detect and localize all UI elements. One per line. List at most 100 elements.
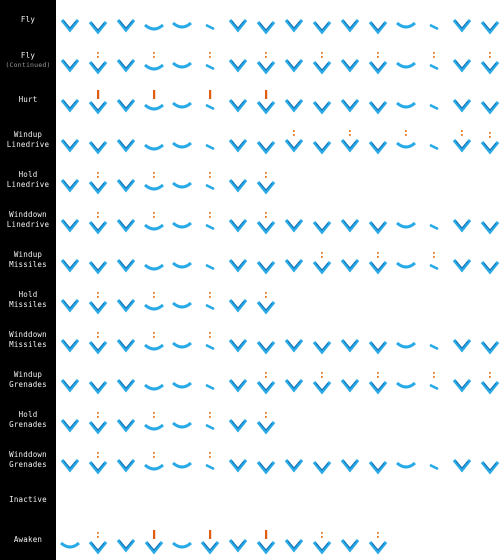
sprite-frame xyxy=(224,400,252,440)
sprite-frame xyxy=(392,80,420,120)
sprite-frame xyxy=(112,520,140,560)
sprite-frame xyxy=(196,160,224,200)
drone-sprite-icon xyxy=(429,372,439,391)
sprite-frame xyxy=(168,440,196,480)
sprite-frame xyxy=(112,400,140,440)
drone-sprite-icon xyxy=(144,23,164,31)
sprite-frame xyxy=(56,40,84,80)
frame-strip xyxy=(56,480,504,520)
sprite-frame xyxy=(280,360,308,400)
sprite-frame xyxy=(56,80,84,120)
sprite-frame xyxy=(448,40,476,80)
drone-sprite-icon xyxy=(60,419,80,433)
sprite-frame xyxy=(308,120,336,160)
sprite-frame xyxy=(392,40,420,80)
sprite-frame xyxy=(196,280,224,320)
row-label-line: Hurt xyxy=(18,95,38,104)
sprite-frame xyxy=(140,200,168,240)
sprite-frame xyxy=(336,360,364,400)
sprite-frame xyxy=(56,520,84,560)
sprite-frame xyxy=(112,240,140,280)
drone-sprite-icon xyxy=(116,19,136,33)
drone-sprite-icon xyxy=(228,139,248,153)
row-label: Hold Linedrive xyxy=(0,160,56,200)
drone-sprite-icon xyxy=(88,292,108,315)
sprite-frame xyxy=(392,120,420,160)
drone-sprite-icon xyxy=(88,141,108,155)
drone-sprite-icon xyxy=(228,19,248,33)
sprite-frame xyxy=(224,80,252,120)
drone-sprite-icon xyxy=(172,461,192,469)
sprite-frame xyxy=(140,0,168,40)
sprite-frame xyxy=(168,80,196,120)
sprite-frame xyxy=(84,120,112,160)
sprite-frame xyxy=(448,200,476,240)
drone-sprite-icon xyxy=(228,179,248,193)
drone-sprite-icon xyxy=(256,530,276,555)
drone-sprite-icon xyxy=(60,59,80,73)
drone-sprite-icon xyxy=(144,143,164,151)
sprite-frame xyxy=(84,200,112,240)
drone-sprite-icon xyxy=(396,461,416,469)
sprite-frame xyxy=(336,320,364,360)
sprite-frame xyxy=(252,280,280,320)
sprite-frame xyxy=(84,520,112,560)
drone-sprite-icon xyxy=(452,379,472,393)
row-label-line: Grenades xyxy=(9,460,47,469)
sprite-frame xyxy=(336,40,364,80)
sprite-frame xyxy=(448,360,476,400)
frame-strip xyxy=(56,320,504,360)
drone-sprite-icon xyxy=(452,19,472,33)
frame-strip xyxy=(56,200,504,240)
drone-sprite-icon xyxy=(228,339,248,353)
row-label: Hold Grenades xyxy=(0,400,56,440)
drone-sprite-icon xyxy=(429,143,439,151)
sprite-frame xyxy=(196,0,224,40)
sprite-frame xyxy=(84,360,112,400)
sprite-frame xyxy=(168,320,196,360)
row-label-line: Hold xyxy=(18,290,38,299)
sprite-frame xyxy=(364,240,392,280)
sprite-frame xyxy=(476,440,504,480)
sprite-frame xyxy=(140,120,168,160)
sprite-frame xyxy=(280,0,308,40)
row-label-line: Grenades xyxy=(9,420,47,429)
sprite-frame xyxy=(84,240,112,280)
drone-sprite-icon xyxy=(284,539,304,553)
sprite-frame xyxy=(140,80,168,120)
drone-sprite-icon xyxy=(284,379,304,393)
drone-sprite-icon xyxy=(396,381,416,389)
drone-sprite-icon xyxy=(396,21,416,29)
sprite-frame xyxy=(308,200,336,240)
drone-sprite-icon xyxy=(368,372,388,395)
drone-sprite-icon xyxy=(205,23,215,31)
drone-sprite-icon xyxy=(88,381,108,395)
sprite-frame xyxy=(448,120,476,160)
sprite-frame xyxy=(140,160,168,200)
frame-strip xyxy=(56,40,504,80)
sprite-frame xyxy=(56,120,84,160)
sprite-frame xyxy=(280,240,308,280)
drone-sprite-icon xyxy=(429,23,439,31)
drone-sprite-icon xyxy=(312,532,332,555)
drone-sprite-icon xyxy=(60,99,80,113)
sprite-frame xyxy=(448,240,476,280)
sprite-frame xyxy=(112,40,140,80)
row-label: Windup Grenades xyxy=(0,360,56,400)
drone-sprite-icon xyxy=(284,99,304,113)
drone-sprite-icon xyxy=(396,61,416,69)
sprite-frame xyxy=(112,160,140,200)
sprite-frame xyxy=(168,120,196,160)
row-label: Windup Missiles xyxy=(0,240,56,280)
drone-sprite-icon xyxy=(88,532,108,555)
drone-sprite-icon xyxy=(340,459,360,473)
sprite-frame xyxy=(476,120,504,160)
sprite-frame xyxy=(420,320,448,360)
drone-sprite-icon xyxy=(60,379,80,393)
drone-sprite-icon xyxy=(228,419,248,433)
sprite-frame xyxy=(476,80,504,120)
drone-sprite-icon xyxy=(340,19,360,33)
drone-sprite-icon xyxy=(205,143,215,151)
sprite-frame xyxy=(224,120,252,160)
sprite-frame xyxy=(224,240,252,280)
